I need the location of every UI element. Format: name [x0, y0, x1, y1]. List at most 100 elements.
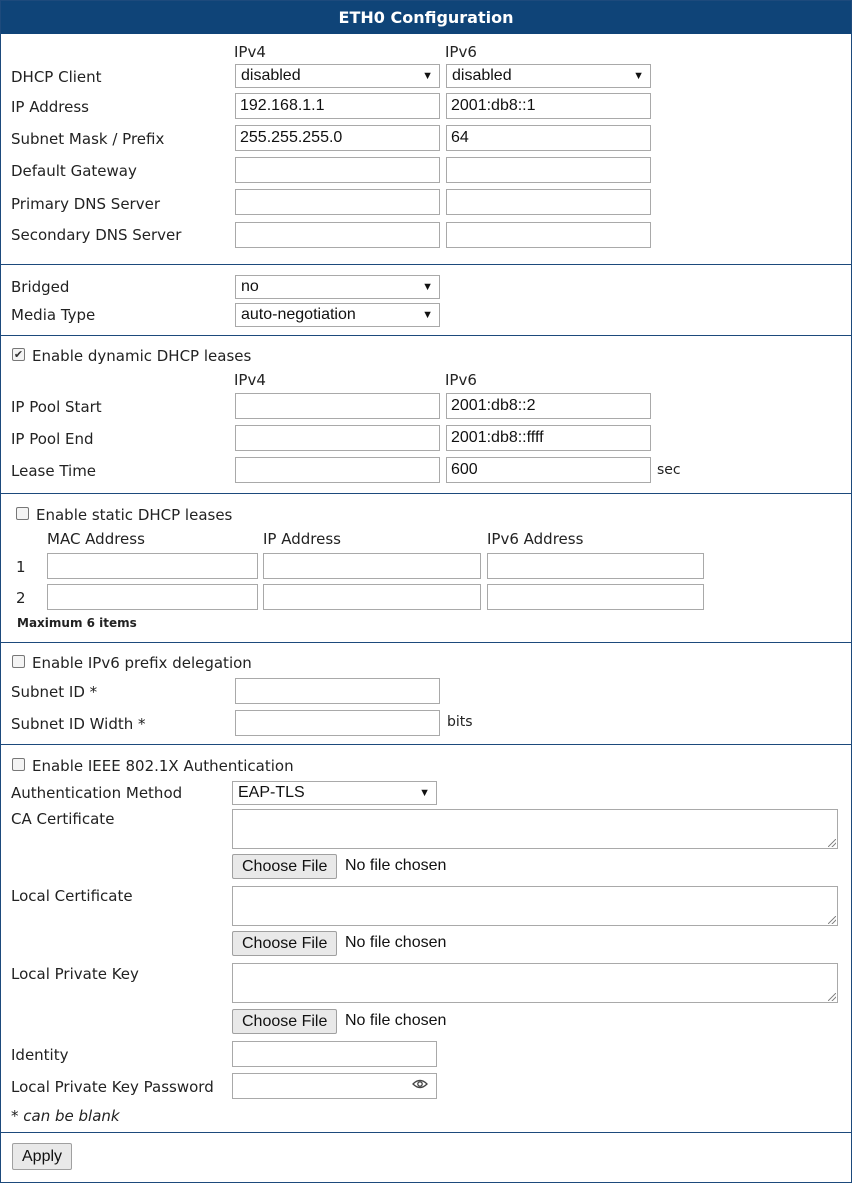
dhcp-client-ipv4-value: disabled: [241, 67, 301, 84]
lease-unit: sec: [657, 462, 681, 478]
enable-static-dhcp-checkbox[interactable]: [16, 507, 29, 520]
mac-column-header: MAC Address: [47, 530, 145, 548]
subnet-id-width-input[interactable]: [235, 710, 440, 736]
subnet-id-width-label: Subnet ID Width *: [11, 715, 146, 733]
footer-section: Apply: [1, 1132, 851, 1183]
media-type-label: Media Type: [11, 306, 96, 324]
media-type-select[interactable]: auto-negotiation ▼: [235, 303, 440, 327]
enable-8021x-label: Enable IEEE 802.1X Authentication: [32, 757, 294, 775]
ip-address-ipv4-input[interactable]: 192.168.1.1: [235, 93, 440, 119]
auth-section: Enable IEEE 802.1X Authentication Authen…: [1, 744, 851, 1133]
local-certificate-label: Local Certificate: [11, 887, 133, 905]
lease-time-ipv4-input[interactable]: [235, 457, 440, 483]
subnet-id-input[interactable]: [235, 678, 440, 704]
resize-grip-icon[interactable]: [828, 993, 836, 1001]
static-ipv6-input[interactable]: [487, 553, 704, 579]
static-ip-input[interactable]: [263, 584, 481, 610]
row-number: 2: [16, 589, 26, 607]
dhcp-client-ipv6-select[interactable]: disabled ▼: [446, 64, 651, 88]
gateway-ipv4-input[interactable]: [235, 157, 440, 183]
apply-button[interactable]: Apply: [12, 1143, 73, 1170]
dhcp-client-ipv6-value: disabled: [452, 67, 512, 84]
subnet-ipv4-input[interactable]: 255.255.255.0: [235, 125, 440, 151]
local-certificate-textarea[interactable]: [232, 886, 838, 926]
local-key-no-file-text: No file chosen: [345, 1012, 447, 1029]
identity-input[interactable]: [232, 1041, 437, 1067]
enable-prefix-delegation-label: Enable IPv6 prefix delegation: [32, 654, 252, 672]
ipv6-column-header: IPv6 Address: [487, 530, 584, 548]
static-dhcp-section: Enable static DHCP leases MAC Address IP…: [1, 493, 851, 643]
ip-column-header: IP Address: [263, 530, 341, 548]
auth-method-select[interactable]: EAP-TLS ▼: [232, 781, 437, 805]
ip-address-label: IP Address: [11, 98, 89, 116]
dhcp-client-ipv4-select[interactable]: disabled ▼: [235, 64, 440, 88]
pool-end-ipv6-input[interactable]: 2001:db8::ffff: [446, 425, 651, 451]
form-title: ETH0 Configuration: [1, 1, 851, 34]
local-cert-no-file-text: No file chosen: [345, 934, 447, 951]
static-mac-input[interactable]: [47, 553, 258, 579]
primary-dns-ipv6-input[interactable]: [446, 189, 651, 215]
enable-dynamic-dhcp-label: Enable dynamic DHCP leases: [32, 347, 252, 365]
pool-end-ipv4-input[interactable]: [235, 425, 440, 451]
static-ipv6-input[interactable]: [487, 584, 704, 610]
enable-static-dhcp-label: Enable static DHCP leases: [36, 506, 233, 524]
local-key-choose-file-button[interactable]: Choose File: [232, 1009, 338, 1034]
ip-section: IPv4 IPv6 DHCP Client disabled ▼ disabled…: [1, 34, 851, 264]
pool-start-ipv6-input[interactable]: 2001:db8::2: [446, 393, 651, 419]
gateway-ipv6-input[interactable]: [446, 157, 651, 183]
show-password-eye-icon[interactable]: [412, 1076, 428, 1094]
width-unit: bits: [447, 714, 473, 730]
prefix-ipv6-input[interactable]: 64: [446, 125, 651, 151]
primary-dns-label: Primary DNS Server: [11, 195, 160, 213]
pool-end-label: IP Pool End: [11, 430, 94, 448]
ca-choose-file-button[interactable]: Choose File: [232, 854, 338, 879]
chevron-down-icon: ▼: [633, 70, 644, 82]
eth0-config-form: ETH0 Configuration IPv4 IPv6 DHCP Client…: [0, 0, 852, 1183]
auth-method-label: Authentication Method: [11, 784, 183, 802]
chevron-down-icon: ▼: [422, 281, 433, 293]
ca-certificate-label: CA Certificate: [11, 810, 115, 828]
ca-certificate-textarea[interactable]: [232, 809, 838, 849]
key-password-label: Local Private Key Password: [11, 1078, 214, 1096]
local-private-key-textarea[interactable]: [232, 963, 838, 1003]
identity-label: Identity: [11, 1046, 69, 1064]
static-mac-input[interactable]: [47, 584, 258, 610]
bridge-section: Bridged no ▼ Media Type auto-negotiation ▼: [1, 264, 851, 336]
checkmark-icon: ✔: [13, 348, 24, 361]
enable-prefix-delegation-checkbox[interactable]: [12, 655, 25, 668]
enable-8021x-checkbox[interactable]: [12, 758, 25, 771]
bridged-value: no: [241, 278, 259, 295]
resize-grip-icon[interactable]: [828, 839, 836, 847]
lease-time-ipv6-input[interactable]: 600: [446, 457, 651, 483]
resize-grip-icon[interactable]: [828, 916, 836, 924]
dhcp-client-label: DHCP Client: [11, 68, 102, 86]
ipv6-column-header: IPv6: [445, 43, 477, 61]
ca-no-file-text: No file chosen: [345, 857, 447, 874]
chevron-down-icon: ▼: [422, 70, 433, 82]
ipv4-column-header: IPv4: [234, 43, 266, 61]
pool-start-ipv4-input[interactable]: [235, 393, 440, 419]
subnet-label: Subnet Mask / Prefix: [11, 130, 165, 148]
dynamic-dhcp-section: ✔ Enable dynamic DHCP leases IPv4 IPv6 I…: [1, 335, 851, 494]
pool-start-label: IP Pool Start: [11, 398, 102, 416]
enable-dynamic-dhcp-checkbox[interactable]: ✔: [12, 348, 25, 361]
ip-address-ipv6-input[interactable]: 2001:db8::1: [446, 93, 651, 119]
bridged-select[interactable]: no ▼: [235, 275, 440, 299]
blank-note: * can be blank: [11, 1107, 120, 1125]
secondary-dns-ipv4-input[interactable]: [235, 222, 440, 248]
local-cert-choose-file-button[interactable]: Choose File: [232, 931, 338, 956]
secondary-dns-label: Secondary DNS Server: [11, 226, 182, 244]
local-private-key-label: Local Private Key: [11, 965, 139, 983]
ipv6-column-header: IPv6: [445, 371, 477, 389]
chevron-down-icon: ▼: [422, 309, 433, 321]
chevron-down-icon: ▼: [419, 787, 430, 799]
primary-dns-ipv4-input[interactable]: [235, 189, 440, 215]
secondary-dns-ipv6-input[interactable]: [446, 222, 651, 248]
key-password-input[interactable]: [232, 1073, 437, 1099]
lease-time-label: Lease Time: [11, 462, 97, 480]
static-ip-input[interactable]: [263, 553, 481, 579]
max-items-note: Maximum 6 items: [17, 616, 137, 630]
bridged-label: Bridged: [11, 278, 70, 296]
gateway-label: Default Gateway: [11, 162, 137, 180]
media-type-value: auto-negotiation: [241, 306, 356, 323]
